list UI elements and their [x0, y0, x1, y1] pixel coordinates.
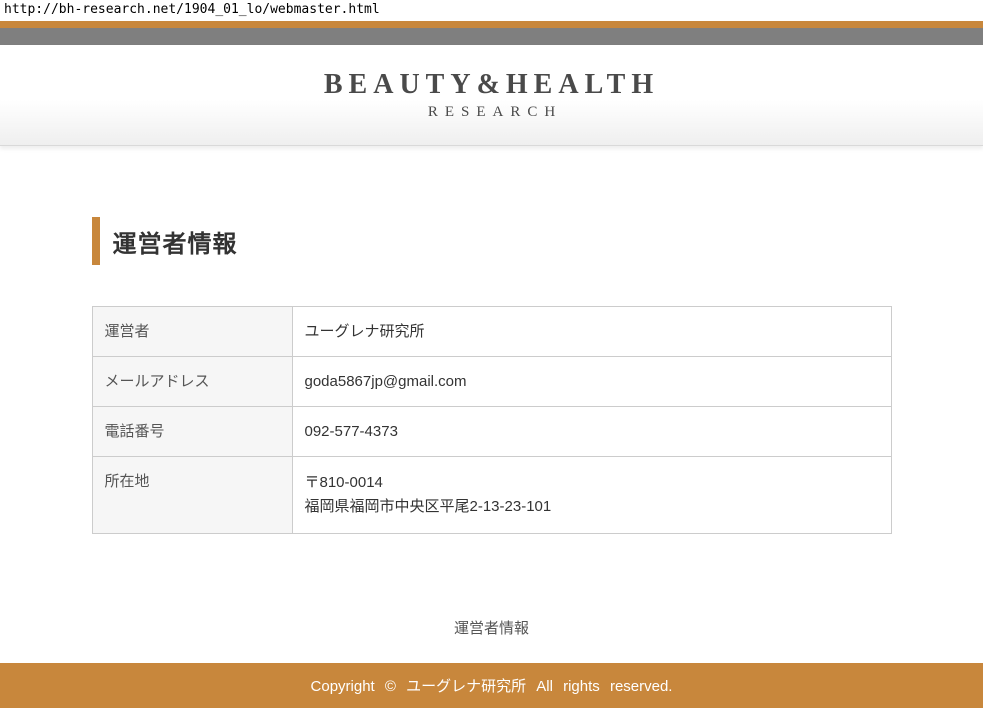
page-title-block: 運営者情報 [92, 217, 892, 265]
table-row-address: 所在地 〒810-0014 福岡県福岡市中央区平尾2-13-23-101 [92, 457, 891, 534]
url-text: http://bh-research.net/1904_01_lo/webmas… [0, 0, 983, 21]
table-row-email: メールアドレス goda5867jp@gmail.com [92, 357, 891, 407]
copyright-text: Copyright © ユーグレナ研究所 All rights reserved… [311, 678, 673, 695]
logo-text-secondary: RESEARCH [324, 104, 659, 121]
top-accent-line [0, 21, 983, 28]
row-value-address: 〒810-0014 福岡県福岡市中央区平尾2-13-23-101 [292, 457, 891, 534]
row-label-address: 所在地 [92, 457, 292, 534]
title-accent-bar [92, 217, 100, 265]
page-title: 運営者情報 [113, 224, 238, 259]
logo-text-primary: BEAUTY&HEALTH [324, 69, 659, 101]
operator-info-table: 運営者 ユーグレナ研究所 メールアドレス goda5867jp@gmail.co… [92, 306, 892, 534]
site-header: BEAUTY&HEALTH RESEARCH [0, 45, 983, 146]
address-street: 福岡県福岡市中央区平尾2-13-23-101 [305, 495, 879, 519]
footer-link-operator-info[interactable]: 運営者情報 [454, 620, 529, 637]
row-value-email: goda5867jp@gmail.com [292, 357, 891, 407]
table-row-operator: 運営者 ユーグレナ研究所 [92, 307, 891, 357]
main-content: 運営者情報 運営者 ユーグレナ研究所 メールアドレス goda5867jp@gm… [92, 217, 892, 638]
row-value-operator: ユーグレナ研究所 [292, 307, 891, 357]
row-label-operator: 運営者 [92, 307, 292, 357]
table-row-phone: 電話番号 092-577-4373 [92, 407, 891, 457]
address-postal-code: 〒810-0014 [305, 471, 879, 495]
row-label-phone: 電話番号 [92, 407, 292, 457]
footer-nav: 運営者情報 [92, 620, 892, 638]
row-label-email: メールアドレス [92, 357, 292, 407]
row-value-phone: 092-577-4373 [292, 407, 891, 457]
copyright-bar: Copyright © ユーグレナ研究所 All rights reserved… [0, 663, 983, 708]
site-logo[interactable]: BEAUTY&HEALTH RESEARCH [324, 69, 659, 121]
top-gray-bar [0, 28, 983, 45]
